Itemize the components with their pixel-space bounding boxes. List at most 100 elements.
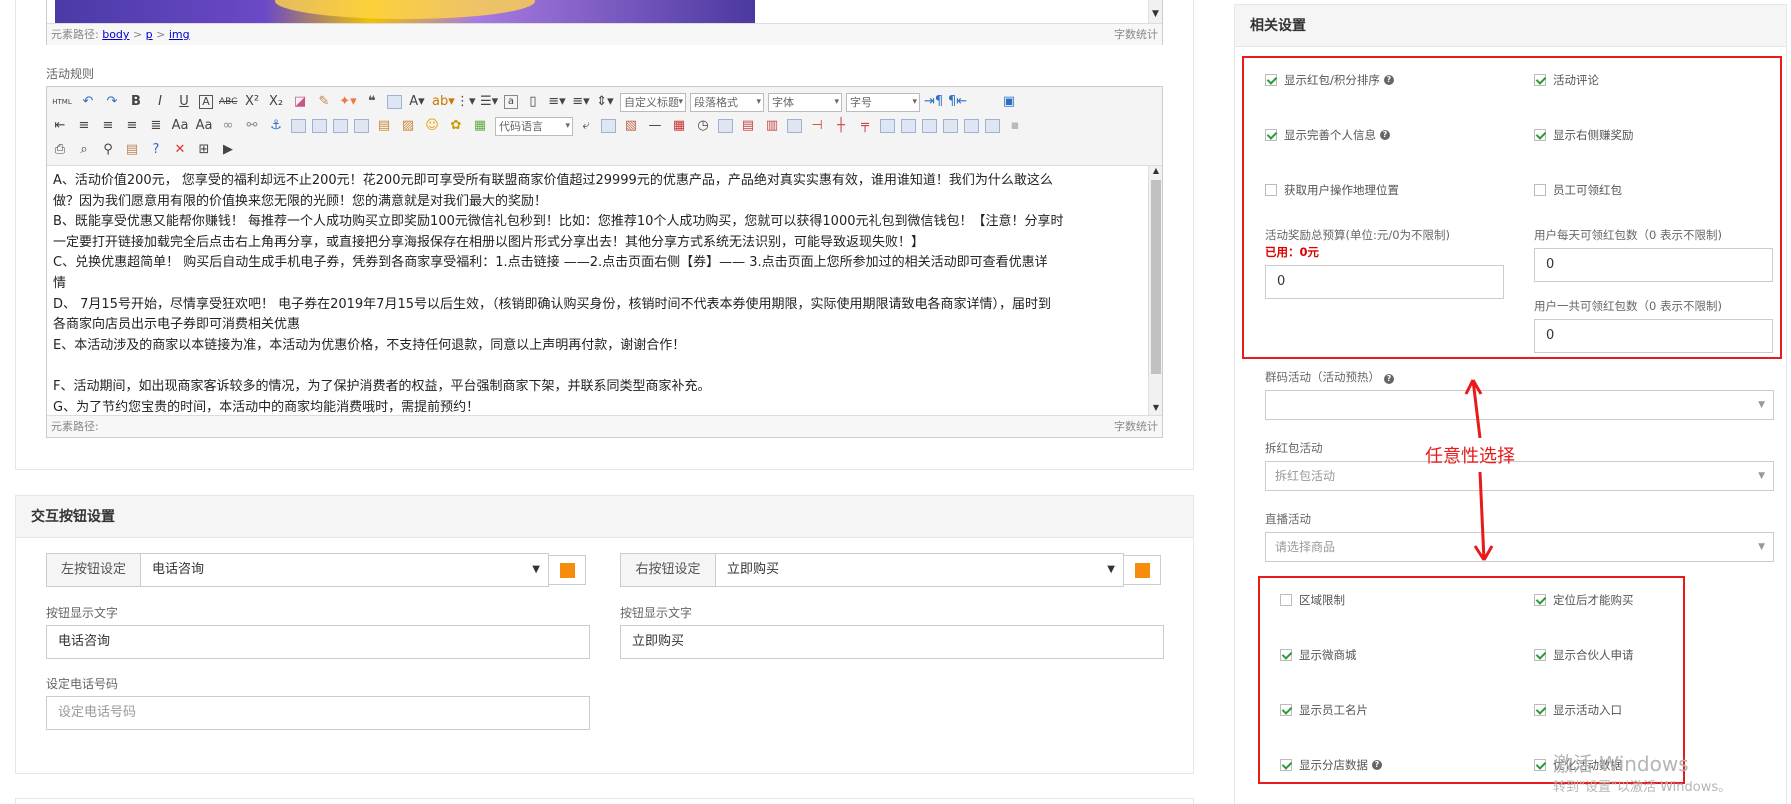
unlink-icon[interactable]: ⚯ xyxy=(243,117,261,135)
redo-icon[interactable]: ↷ xyxy=(103,93,121,111)
left-color-picker[interactable] xyxy=(548,555,586,585)
select-all-icon[interactable]: a xyxy=(504,95,518,109)
row-spacing-bottom-icon[interactable]: ≡▾ xyxy=(572,93,590,111)
delete-table-icon[interactable] xyxy=(985,119,1000,133)
emotion-icon[interactable]: ☺ xyxy=(423,117,441,135)
image-right-icon[interactable] xyxy=(333,119,348,133)
superscript-icon[interactable]: X² xyxy=(243,93,261,111)
rtl-icon[interactable]: ¶⇤ xyxy=(948,93,967,111)
scrawl-icon[interactable]: ✿ xyxy=(447,117,465,135)
format-painter-icon[interactable]: ✎ xyxy=(315,93,333,111)
insert-table-icon[interactable] xyxy=(718,119,733,133)
font-color-icon[interactable]: A▾ xyxy=(408,93,426,111)
html-source-icon[interactable]: HTML xyxy=(51,93,73,111)
ltr-icon[interactable]: ⇥¶ xyxy=(924,93,943,111)
split-cols-icon[interactable] xyxy=(964,119,979,133)
help-icon[interactable]: ? xyxy=(1384,374,1394,384)
align-right-icon[interactable]: ≡ xyxy=(123,117,141,135)
text-direction-icon[interactable]: Aa xyxy=(171,117,189,135)
ordered-list-icon[interactable]: ⋮▾ xyxy=(456,93,476,111)
music-video-icon[interactable]: ▶ xyxy=(219,141,237,159)
insert-video-icon[interactable]: ▦ xyxy=(471,117,489,135)
insert-image-icon[interactable]: ▨ xyxy=(399,117,417,135)
time-icon[interactable]: ◷ xyxy=(694,117,712,135)
help-icon[interactable]: ? xyxy=(147,141,165,159)
italic-icon[interactable]: I xyxy=(151,93,169,111)
search-replace-icon[interactable]: ⚲ xyxy=(99,141,117,159)
unordered-list-icon[interactable]: ☰▾ xyxy=(480,93,498,111)
insert-row-icon[interactable]: ▤ xyxy=(739,117,757,135)
merge-down-icon[interactable] xyxy=(922,119,937,133)
path-p-link[interactable]: p xyxy=(146,28,153,41)
row-spacing-top-icon[interactable]: ≡▾ xyxy=(548,93,566,111)
code-language-select[interactable]: 代码语言 xyxy=(495,116,573,136)
align-center-icon[interactable]: ≡ xyxy=(99,117,117,135)
scroll-thumb[interactable] xyxy=(1151,180,1161,374)
image-left-icon[interactable] xyxy=(312,119,327,133)
drafts-icon[interactable]: ▤ xyxy=(123,141,141,159)
left-button-select[interactable]: 电话咨询 ▼ xyxy=(140,553,549,587)
eraser-icon[interactable]: ◪ xyxy=(291,93,309,111)
split-cells-icon[interactable]: ╤ xyxy=(856,117,874,135)
blockquote-icon[interactable]: ❝ xyxy=(363,93,381,111)
align-justify-icon[interactable]: ≣ xyxy=(147,117,165,135)
delete-col-icon[interactable]: ⊣ xyxy=(808,117,826,135)
background-icon[interactable]: ▧ xyxy=(622,117,640,135)
split-rows-icon[interactable] xyxy=(943,119,958,133)
simple-upload-icon[interactable]: ▤ xyxy=(375,117,393,135)
print-icon[interactable]: ⎙ xyxy=(51,141,69,159)
insert-col-icon[interactable]: ▥ xyxy=(763,117,781,135)
word-count[interactable]: 字数统计 xyxy=(1114,416,1158,437)
charts-icon[interactable]: ▪ xyxy=(1006,117,1024,135)
scroll-down-arrow[interactable]: ▼ xyxy=(1148,0,1162,23)
date-icon[interactable]: ▦ xyxy=(670,117,688,135)
rules-scrollbar[interactable]: ▲ ▼ xyxy=(1148,166,1162,415)
strikethrough-icon[interactable]: ABC xyxy=(219,93,237,111)
image-float-none-icon[interactable] xyxy=(291,119,306,133)
font-family-select[interactable]: 字体 xyxy=(768,92,842,112)
font-size-select[interactable]: 字号 xyxy=(846,92,920,112)
right-color-picker[interactable] xyxy=(1123,555,1161,585)
split-packet-select[interactable]: 拆红包活动 ▼ xyxy=(1265,461,1774,491)
bold-icon[interactable]: B xyxy=(127,93,145,111)
left-text-input[interactable]: 电话咨询 xyxy=(46,625,590,659)
rules-editor[interactable]: HTML ↶ ↷ B I U A ABC X² X₂ ◪ ✎ ✦▾ ❝ A▾ a… xyxy=(46,86,1163,438)
font-border-icon[interactable]: A xyxy=(199,95,213,109)
page-break-icon[interactable]: ⤶ xyxy=(577,117,595,135)
rules-text-area[interactable]: A、活动价值200元， 您享受的福利却远不止200元！花200元即可享受所有联盟… xyxy=(47,166,1148,415)
background-color-icon[interactable]: ab▾ xyxy=(432,93,455,111)
preview-icon[interactable]: ⌕ xyxy=(75,141,93,159)
underline-icon[interactable]: U xyxy=(175,93,193,111)
insert-frame-icon[interactable]: ⊞ xyxy=(195,141,213,159)
image-editor[interactable]: ▼ 元素路径: body > p > img 字数统计 xyxy=(46,0,1163,45)
right-button-select[interactable]: 立即购买 ▼ xyxy=(715,553,1124,587)
scroll-down-arrow[interactable]: ▼ xyxy=(1149,403,1163,415)
fullscreen-icon[interactable]: ▣ xyxy=(1000,93,1018,111)
paragraph-select[interactable]: 段落格式 xyxy=(690,92,764,112)
text-case-icon[interactable]: Aa xyxy=(195,117,213,135)
path-body-link[interactable]: body xyxy=(102,28,129,41)
custom-title-select[interactable]: 自定义标题 xyxy=(620,92,686,112)
align-left-icon[interactable]: ≡ xyxy=(75,117,93,135)
delete-row-icon[interactable] xyxy=(787,119,802,133)
template-icon[interactable] xyxy=(601,119,616,133)
phone-input[interactable]: 设定电话号码 xyxy=(46,696,590,730)
live-activity-select[interactable]: 请选择商品 ▼ xyxy=(1265,532,1774,562)
line-height-icon[interactable]: ⇕▾ xyxy=(596,93,614,111)
image-center-icon[interactable] xyxy=(354,119,369,133)
undo-icon[interactable]: ↶ xyxy=(79,93,97,111)
horizontal-rule-icon[interactable]: — xyxy=(646,117,664,135)
indent-icon[interactable]: ⇤ xyxy=(51,117,69,135)
right-text-input[interactable]: 立即购买 xyxy=(620,625,1164,659)
table-prop-icon[interactable] xyxy=(880,119,895,133)
link-icon[interactable]: ∞ xyxy=(219,117,237,135)
path-img-link[interactable]: img xyxy=(169,28,190,41)
clear-doc-icon[interactable]: ▯ xyxy=(524,93,542,111)
group-activity-select[interactable]: ▼ xyxy=(1265,390,1774,420)
auto-format-icon[interactable]: ✦▾ xyxy=(339,93,357,111)
merge-cells-icon[interactable]: ┼ xyxy=(832,117,850,135)
subscript-icon[interactable]: X₂ xyxy=(267,93,285,111)
word-count[interactable]: 字数统计 xyxy=(1114,24,1158,45)
paste-plain-icon[interactable] xyxy=(387,95,402,109)
anchor-icon[interactable]: ⚓ xyxy=(267,117,285,135)
